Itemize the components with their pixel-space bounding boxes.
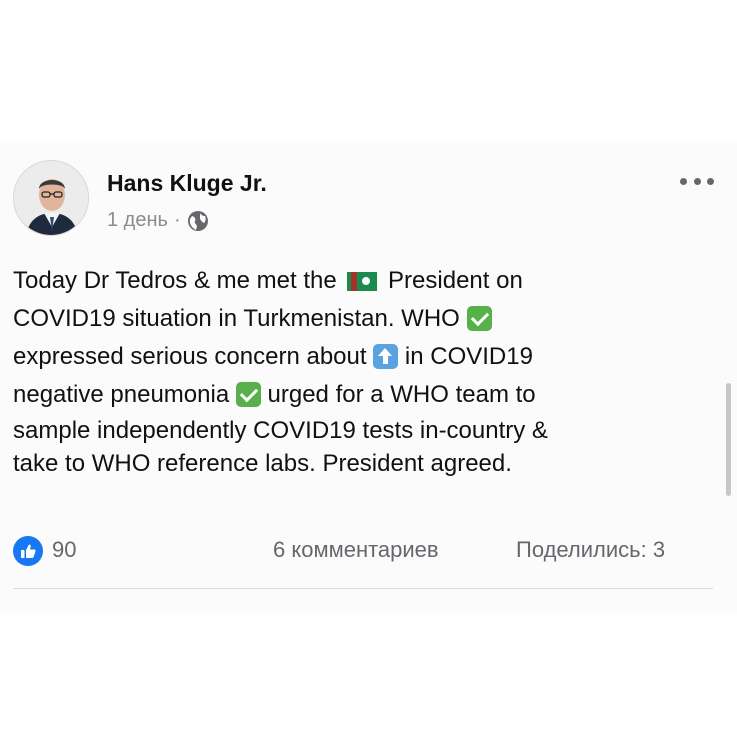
thumbs-up-icon[interactable] (13, 536, 43, 566)
meta-separator: · (173, 209, 181, 231)
more-options-button[interactable] (680, 176, 714, 186)
post-line: negative pneumonia urged for a WHO team … (13, 381, 536, 408)
post-line: COVID19 situation in Turkmenistan. WHO (13, 300, 713, 338)
post-time[interactable]: 1 день (107, 209, 168, 232)
shares-link[interactable]: Поделились: 3 (516, 537, 665, 563)
post-line: Today Dr Tedros & me met the President o… (13, 267, 523, 294)
check-mark-icon (235, 382, 261, 407)
comments-link[interactable]: 6 комментариев (273, 537, 439, 563)
reactions-bar: 90 6 комментариев Поделились: 3 (13, 535, 713, 566)
more-dots-icon (693, 177, 701, 185)
scrollbar[interactable] (726, 383, 731, 496)
post-line: take to WHO reference labs. President ag… (13, 450, 512, 477)
avatar-photo (14, 161, 88, 235)
turkmenistan-flag-icon (347, 272, 378, 291)
post-line: expressed serious concern about in COVID… (13, 343, 533, 370)
more-dots-icon (707, 177, 714, 185)
up-arrow-icon (373, 344, 399, 369)
post-meta: 1 день · (107, 209, 209, 232)
author-name[interactable]: Hans Kluge Jr. (107, 170, 267, 197)
globe-icon[interactable] (187, 210, 209, 232)
more-dots-icon (680, 177, 687, 185)
post-body: Today Dr Tedros & me met the President o… (13, 262, 713, 480)
post-line: sample independently COVID19 tests in-co… (13, 417, 548, 444)
avatar[interactable] (13, 160, 89, 236)
like-count[interactable]: 90 (52, 537, 76, 563)
divider (13, 588, 713, 589)
check-mark-icon (466, 306, 492, 331)
